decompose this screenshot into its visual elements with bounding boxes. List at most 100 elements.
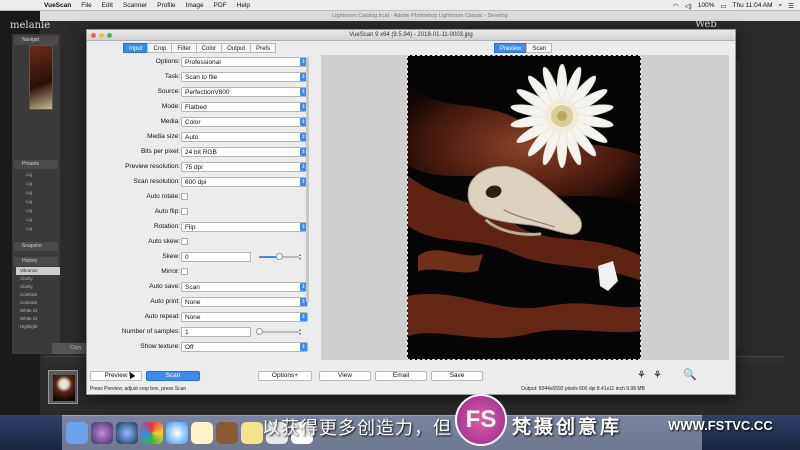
wifi-icon[interactable]: ◠ (673, 2, 679, 10)
view-button[interactable]: View (319, 371, 371, 381)
apple-menu-icon[interactable] (30, 1, 38, 10)
setting-row: Mirror: (93, 267, 309, 279)
history-panel-header[interactable]: History (14, 257, 58, 266)
notification-center-icon[interactable]: ☰ (788, 2, 794, 10)
tab-preview[interactable]: Preview (494, 43, 528, 53)
history-item[interactable]: Clarity (16, 283, 60, 291)
setting-dropdown[interactable]: Flip ⇕ (181, 222, 308, 232)
menu-profile[interactable]: Profile (157, 2, 175, 9)
dropdown-value: Off (185, 344, 194, 351)
navigator-panel-header[interactable]: Navigat (14, 36, 58, 45)
setting-dropdown[interactable]: Off ⇕ (181, 342, 308, 352)
stepper-arrows-icon[interactable]: ▴ ▾ (299, 253, 304, 261)
setting-dropdown[interactable]: 600 dpi ⇕ (181, 177, 308, 187)
menu-pdf[interactable]: PDF (214, 2, 227, 9)
tab-input[interactable]: Input (123, 43, 149, 53)
menu-edit[interactable]: Edit (102, 2, 113, 9)
contacts-icon[interactable] (216, 422, 238, 444)
filmstrip-thumbnail[interactable] (48, 370, 78, 404)
setting-dropdown[interactable]: 75 dpi ⇕ (181, 162, 308, 172)
history-item[interactable]: Clarity (16, 275, 60, 283)
setting-label: Preview resolution: (125, 163, 180, 170)
minimize-window-icon[interactable] (99, 33, 104, 38)
tab-scan[interactable]: Scan (526, 43, 553, 53)
setting-checkbox[interactable] (181, 208, 188, 215)
setting-dropdown[interactable]: Scan ⇕ (181, 282, 308, 292)
color-tool-icon[interactable]: ⚘ (637, 370, 646, 381)
setting-text-input[interactable]: 0 (181, 252, 251, 262)
preset-folder[interactable]: Lig (20, 207, 32, 214)
zoom-magnifier-icon[interactable]: 🔍 (683, 368, 697, 381)
volume-icon[interactable]: ◁) (685, 2, 692, 10)
presets-panel-header[interactable]: Presets (14, 160, 58, 169)
setting-dropdown[interactable]: PerfectionV800 ⇕ (181, 87, 308, 97)
preview-area[interactable] (321, 55, 729, 360)
menu-help[interactable]: Help (237, 2, 250, 9)
finder-icon[interactable] (66, 422, 88, 444)
tab-crop[interactable]: Crop (147, 43, 173, 53)
setting-dropdown[interactable]: Color ⇕ (181, 117, 308, 127)
snapshots-panel-header[interactable]: Snapsho (14, 242, 58, 251)
battery-icon[interactable]: ▭ (720, 2, 726, 10)
history-item[interactable]: Contrast (16, 299, 60, 307)
tab-filter[interactable]: Filter (171, 43, 197, 53)
notes-icon[interactable] (241, 422, 263, 444)
setting-checkbox[interactable] (181, 268, 188, 275)
preset-folder[interactable]: Lig (20, 180, 32, 187)
scan-button[interactable]: Scan (146, 371, 200, 381)
navigator-thumbnail[interactable] (29, 45, 53, 110)
preset-folder[interactable]: Lig (20, 225, 32, 232)
search-icon[interactable]: ⌕ (779, 2, 783, 10)
setting-dropdown[interactable]: None ⇕ (181, 297, 308, 307)
form-scrollbar[interactable] (306, 57, 309, 302)
close-window-icon[interactable] (91, 33, 96, 38)
color-tool-alt-icon[interactable]: ⚘ (653, 370, 662, 381)
zoom-window-icon[interactable] (107, 33, 112, 38)
setting-dropdown[interactable]: Flatbed ⇕ (181, 102, 308, 112)
preset-folder[interactable]: Lig (20, 198, 32, 205)
lightroom-identity-plate: melanie (10, 20, 51, 31)
launchpad-icon[interactable] (116, 422, 138, 444)
history-item[interactable]: White Cl (16, 315, 60, 323)
preset-folder[interactable]: Lig (20, 216, 32, 223)
menu-file[interactable]: File (81, 2, 91, 9)
menubar-clock[interactable]: Thu 11:04 AM (733, 2, 773, 9)
history-item[interactable]: White Cl (16, 307, 60, 315)
setting-checkbox[interactable] (181, 193, 188, 200)
setting-text-input[interactable]: 1 (181, 327, 251, 337)
siri-icon[interactable] (91, 422, 113, 444)
history-item[interactable]: Vibrance (16, 267, 60, 275)
options-button[interactable]: Options+ (258, 371, 312, 381)
history-item[interactable]: Contrast (16, 291, 60, 299)
setting-slider[interactable] (259, 253, 299, 260)
setting-checkbox[interactable] (181, 238, 188, 245)
preset-folder[interactable]: Lig (20, 171, 32, 178)
setting-dropdown[interactable]: 24 bit RGB ⇕ (181, 147, 308, 157)
email-button[interactable]: Email (375, 371, 427, 381)
slider-knob[interactable] (276, 253, 283, 260)
preset-folder[interactable]: Lig (20, 189, 32, 196)
chrome-icon[interactable] (141, 422, 163, 444)
safari-icon[interactable] (166, 422, 188, 444)
history-item[interactable]: Highlight (16, 323, 60, 331)
vuescan-titlebar[interactable]: VueScan 9 x64 (9.5.94) - 2018-01-11-0003… (87, 30, 735, 41)
setting-dropdown[interactable]: None ⇕ (181, 312, 308, 322)
setting-dropdown[interactable]: Auto ⇕ (181, 132, 308, 142)
setting-dropdown[interactable]: Professional ⇕ (181, 57, 308, 67)
setting-row: Rotation: Flip ⇕ (93, 222, 309, 234)
tab-output[interactable]: Output (221, 43, 252, 53)
dropdown-value: Scan (185, 284, 200, 291)
setting-dropdown[interactable]: Scan to file ⇕ (181, 72, 308, 82)
slider-knob[interactable] (256, 328, 263, 335)
mail-icon[interactable] (191, 422, 213, 444)
scanned-image[interactable] (407, 55, 641, 360)
save-button[interactable]: Save (431, 371, 483, 381)
tab-prefs[interactable]: Prefs (250, 43, 277, 53)
menu-scanner[interactable]: Scanner (123, 2, 147, 9)
copy-settings-button[interactable]: Copy (52, 343, 88, 354)
setting-slider[interactable] (256, 328, 299, 335)
tab-color[interactable]: Color (195, 43, 223, 53)
stepper-arrows-icon[interactable]: ▴ ▾ (299, 328, 304, 336)
menu-image[interactable]: Image (186, 2, 204, 9)
menu-app-name[interactable]: VueScan (44, 2, 71, 9)
